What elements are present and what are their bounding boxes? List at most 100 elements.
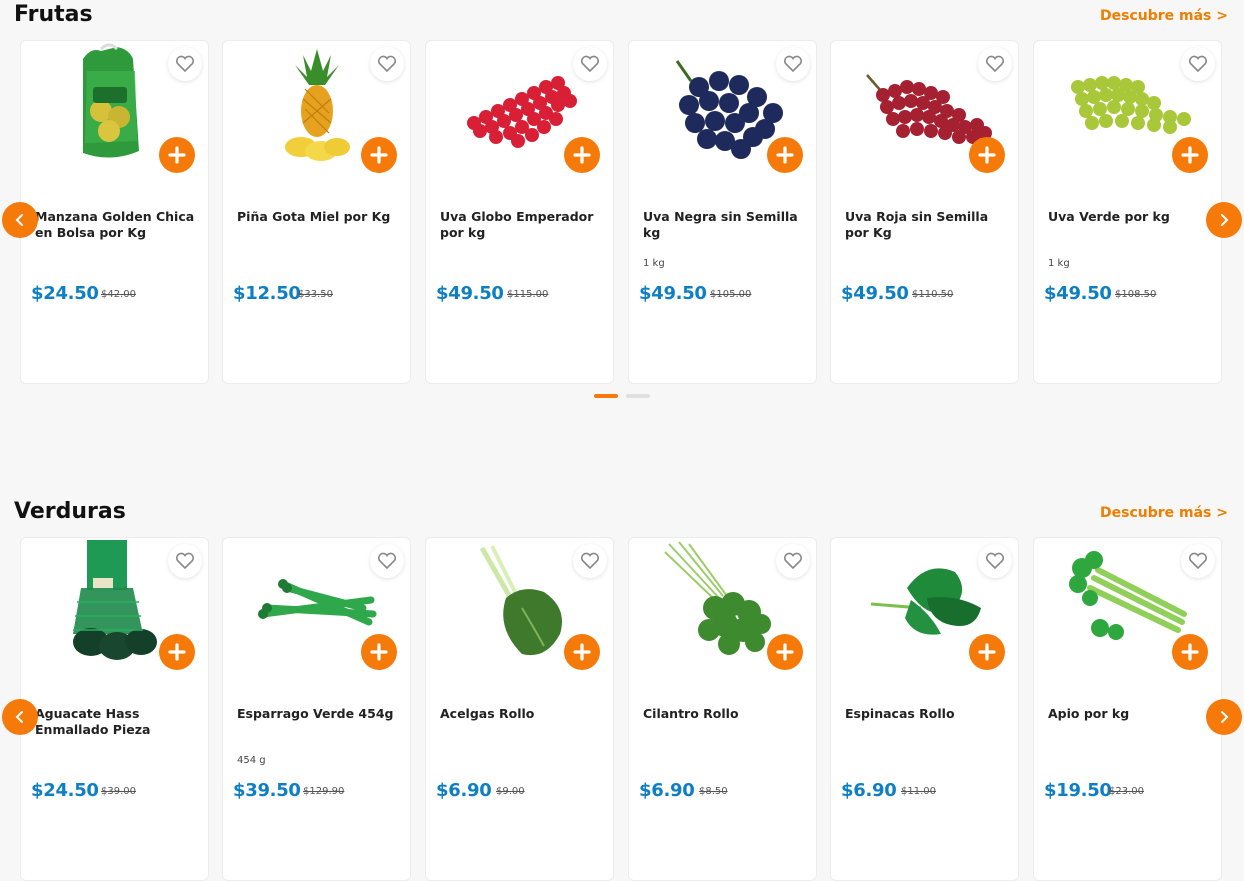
add-to-cart-button[interactable]	[969, 137, 1005, 173]
product-old-price: $108.50	[1115, 289, 1157, 300]
product-name[interactable]: Piña Gota Miel por Kg	[237, 209, 397, 225]
carousel-next-button-verduras[interactable]	[1206, 699, 1242, 735]
add-to-cart-button[interactable]	[767, 137, 803, 173]
product-card[interactable]: Aguacate Hass Enmallado Pieza $24.50 $39…	[20, 537, 209, 881]
favorite-button[interactable]	[978, 47, 1012, 81]
favorite-button[interactable]	[776, 544, 810, 578]
add-to-cart-button[interactable]	[159, 137, 195, 173]
add-to-cart-button[interactable]	[361, 137, 397, 173]
product-old-price: $105.00	[710, 289, 752, 300]
favorite-button[interactable]	[168, 47, 202, 81]
product-name[interactable]: Esparrago Verde 454g	[237, 706, 397, 722]
product-card[interactable]: Uva Roja sin Semilla por Kg $49.50 $110.…	[830, 40, 1019, 384]
plus-icon	[573, 643, 591, 661]
chevron-left-icon	[15, 711, 23, 723]
carousel-prev-button-verduras[interactable]	[2, 699, 38, 735]
product-price: $12.50	[233, 283, 301, 304]
product-old-price: $39.00	[101, 786, 136, 797]
heart-icon	[783, 552, 803, 570]
pagination-dot-active[interactable]	[594, 394, 618, 398]
product-name[interactable]: Espinacas Rollo	[845, 706, 1005, 722]
product-name[interactable]: Uva Negra sin Semilla kg	[643, 209, 803, 241]
frutas-section: Frutas Descubre más > Manzana Golden Chi…	[0, 0, 1244, 420]
product-price: $19.50	[1044, 780, 1112, 801]
favorite-button[interactable]	[573, 47, 607, 81]
product-price: $6.90	[841, 780, 897, 801]
carousel-prev-button-frutas[interactable]	[2, 202, 38, 238]
favorite-button[interactable]	[168, 544, 202, 578]
plus-icon	[1181, 146, 1199, 164]
product-card[interactable]: Uva Negra sin Semilla kg 1 kg $49.50 $10…	[628, 40, 817, 384]
favorite-button[interactable]	[1181, 47, 1215, 81]
product-card[interactable]: Uva Globo Emperador por kg $49.50 $115.0…	[425, 40, 614, 384]
plus-icon	[776, 146, 794, 164]
add-to-cart-button[interactable]	[969, 634, 1005, 670]
see-more-frutas-link[interactable]: Descubre más >	[1100, 8, 1228, 24]
product-card[interactable]: Manzana Golden Chica en Bolsa por Kg $24…	[20, 40, 209, 384]
plus-icon	[168, 146, 186, 164]
product-price: $49.50	[436, 283, 504, 304]
plus-icon	[370, 146, 388, 164]
heart-icon	[580, 552, 600, 570]
section-title-frutas: Frutas	[14, 2, 93, 27]
product-old-price: $115.00	[507, 289, 549, 300]
chevron-left-icon	[15, 214, 23, 226]
add-to-cart-button[interactable]	[767, 634, 803, 670]
product-name[interactable]: Uva Verde por kg	[1048, 209, 1208, 225]
plus-icon	[978, 146, 996, 164]
chevron-right-icon	[1221, 711, 1229, 723]
favorite-button[interactable]	[370, 47, 404, 81]
product-old-price: $9.00	[496, 786, 525, 797]
favorite-button[interactable]	[573, 544, 607, 578]
carousel-pagination	[594, 394, 650, 398]
heart-icon	[985, 55, 1005, 73]
product-card[interactable]: Piña Gota Miel por Kg $12.50 $33.50	[222, 40, 411, 384]
heart-icon	[377, 55, 397, 73]
carousel-next-button-frutas[interactable]	[1206, 202, 1242, 238]
favorite-button[interactable]	[1181, 544, 1215, 578]
product-name[interactable]: Aguacate Hass Enmallado Pieza	[35, 706, 195, 738]
heart-icon	[985, 552, 1005, 570]
product-weight: 1 kg	[643, 258, 665, 269]
heart-icon	[175, 55, 195, 73]
add-to-cart-button[interactable]	[564, 634, 600, 670]
product-name[interactable]: Acelgas Rollo	[440, 706, 600, 722]
product-old-price: $23.00	[1109, 786, 1144, 797]
product-card[interactable]: Apio por kg $19.50 $23.00	[1033, 537, 1222, 881]
product-old-price: $8.50	[699, 786, 728, 797]
favorite-button[interactable]	[776, 47, 810, 81]
product-price: $49.50	[841, 283, 909, 304]
see-more-verduras-link[interactable]: Descubre más >	[1100, 505, 1228, 521]
product-card[interactable]: Esparrago Verde 454g 454 g $39.50 $129.9…	[222, 537, 411, 881]
product-name[interactable]: Apio por kg	[1048, 706, 1208, 722]
heart-icon	[377, 552, 397, 570]
add-to-cart-button[interactable]	[564, 137, 600, 173]
favorite-button[interactable]	[370, 544, 404, 578]
heart-icon	[580, 55, 600, 73]
product-card[interactable]: Acelgas Rollo $6.90 $9.00	[425, 537, 614, 881]
section-title-verduras: Verduras	[14, 499, 126, 524]
product-name[interactable]: Uva Globo Emperador por kg	[440, 209, 600, 241]
product-name[interactable]: Cilantro Rollo	[643, 706, 803, 722]
verduras-section: Verduras Descubre más > Aguacate Hass En…	[0, 497, 1244, 881]
product-old-price: $129.90	[303, 786, 345, 797]
product-weight: 1 kg	[1048, 258, 1070, 269]
add-to-cart-button[interactable]	[159, 634, 195, 670]
heart-icon	[783, 55, 803, 73]
plus-icon	[978, 643, 996, 661]
product-price: $6.90	[436, 780, 492, 801]
product-card[interactable]: Cilantro Rollo $6.90 $8.50	[628, 537, 817, 881]
favorite-button[interactable]	[978, 544, 1012, 578]
pagination-dot[interactable]	[626, 394, 650, 398]
chevron-right-icon	[1221, 214, 1229, 226]
product-price: $49.50	[1044, 283, 1112, 304]
product-card[interactable]: Uva Verde por kg 1 kg $49.50 $108.50	[1033, 40, 1222, 384]
add-to-cart-button[interactable]	[1172, 137, 1208, 173]
product-name[interactable]: Manzana Golden Chica en Bolsa por Kg	[35, 209, 195, 241]
product-card[interactable]: Espinacas Rollo $6.90 $11.00	[830, 537, 1019, 881]
add-to-cart-button[interactable]	[361, 634, 397, 670]
add-to-cart-button[interactable]	[1172, 634, 1208, 670]
plus-icon	[168, 643, 186, 661]
product-name[interactable]: Uva Roja sin Semilla por Kg	[845, 209, 1005, 241]
heart-icon	[1188, 552, 1208, 570]
